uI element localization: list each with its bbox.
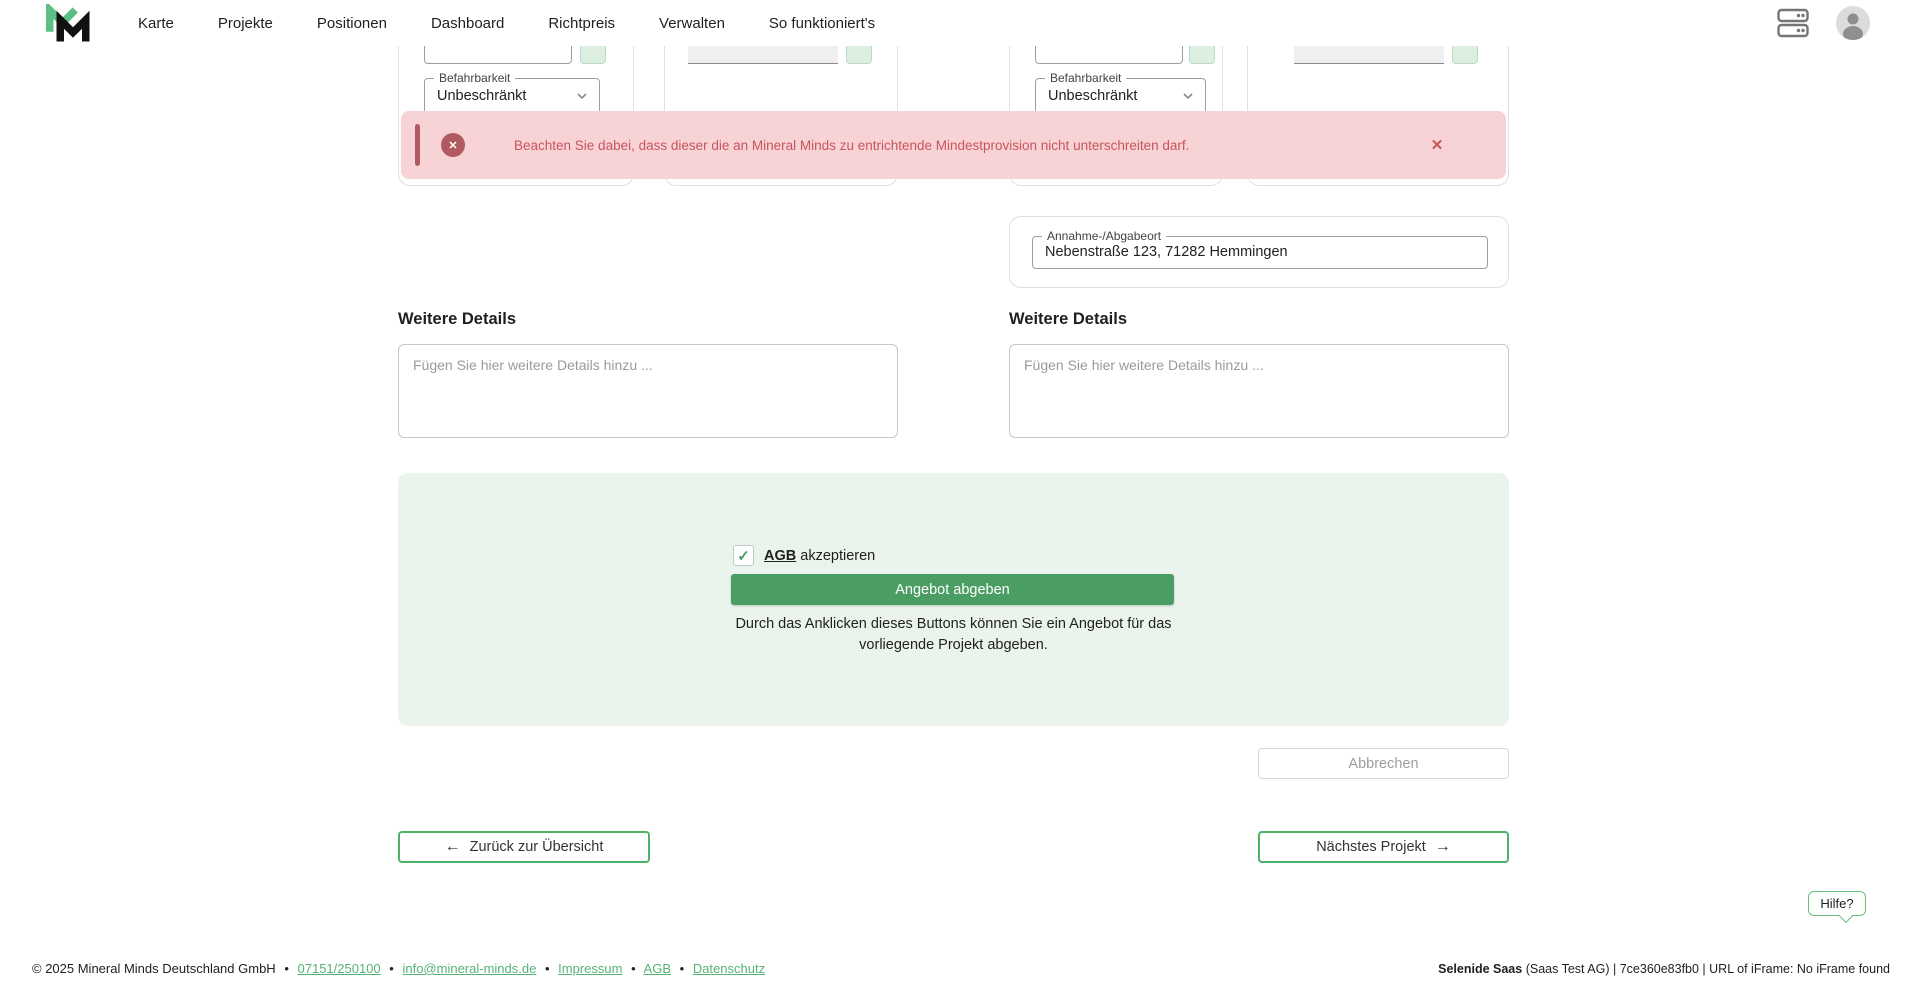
nav-item-positionen[interactable]: Positionen [317, 15, 387, 32]
chevron-down-icon [575, 89, 589, 103]
footer-left: © 2025 Mineral Minds Deutschland GmbH • … [32, 961, 765, 976]
submit-offer-button[interactable]: Angebot abgeben [731, 574, 1174, 605]
check-icon: ✓ [737, 547, 750, 565]
footer-impressum-link[interactable]: Impressum [558, 961, 622, 976]
footer-separator: • [389, 961, 394, 976]
footer-separator: • [284, 961, 289, 976]
top-navigation-bar: Karte Projekte Positionen Dashboard Rich… [0, 0, 1920, 46]
offer-caption-line1: Durch das Anklicken dieses Buttons könne… [398, 614, 1509, 635]
error-circle-icon: ✕ [441, 133, 465, 157]
footer-datenschutz-link[interactable]: Datenschutz [693, 961, 765, 976]
agb-link[interactable]: AGB [764, 548, 796, 564]
befahrbarkeit-select-right[interactable]: Befahrbarkeit Unbeschränkt [1035, 78, 1206, 114]
befahrbarkeit-select-left[interactable]: Befahrbarkeit Unbeschränkt [424, 78, 600, 114]
pickup-location-card: Annahme-/Abgabeort Nebenstraße 123, 7128… [1009, 216, 1509, 288]
alert-message: Beachten Sie dabei, dass dieser die an M… [514, 111, 1189, 179]
details-heading-right: Weitere Details [1009, 310, 1127, 329]
close-icon[interactable]: ✕ [1428, 136, 1446, 154]
nav-item-verwalten[interactable]: Verwalten [659, 15, 725, 32]
offer-caption-line2: vorliegende Projekt abgeben. [398, 635, 1509, 656]
agb-row: ✓ AGB akzeptieren [733, 545, 875, 566]
befahrbarkeit-value: Unbeschränkt [437, 88, 575, 104]
details-heading-left: Weitere Details [398, 310, 516, 329]
footer-phone-link[interactable]: 07151/250100 [298, 961, 381, 976]
footer-app-info: (Saas Test AG) | 7ce360e83fb0 | URL of i… [1526, 962, 1890, 976]
user-avatar-icon[interactable] [1836, 6, 1870, 40]
footer-separator: • [545, 961, 550, 976]
footer-agb-link[interactable]: AGB [644, 961, 671, 976]
footer-copyright: © 2025 Mineral Minds Deutschland GmbH [32, 961, 276, 976]
details-textarea-right[interactable] [1009, 344, 1509, 438]
agb-label-text: akzeptieren [800, 548, 875, 564]
back-button-label: Zurück zur Übersicht [470, 839, 604, 855]
agb-label: AGB akzeptieren [764, 548, 875, 564]
footer-environment-info: Selenide Saas (Saas Test AG) | 7ce360e83… [1438, 962, 1890, 976]
help-bubble[interactable]: Hilfe? [1808, 891, 1866, 916]
error-alert: ✕ Beachten Sie dabei, dass dieser die an… [401, 111, 1506, 179]
nav-links: Karte Projekte Positionen Dashboard Rich… [138, 0, 875, 46]
nav-item-projekte[interactable]: Projekte [218, 15, 273, 32]
nav-item-so-funktionierts[interactable]: So funktioniert's [769, 15, 875, 32]
nav-item-dashboard[interactable]: Dashboard [431, 15, 504, 32]
mineral-minds-logo[interactable] [44, 4, 90, 46]
chevron-down-icon [1181, 89, 1195, 103]
nav-right [1776, 0, 1870, 46]
nav-item-richtpreis[interactable]: Richtpreis [548, 15, 615, 32]
footer-separator: • [631, 961, 636, 976]
pickup-location-label: Annahme-/Abgabeort [1042, 229, 1166, 243]
next-button-label: Nächstes Projekt [1316, 839, 1426, 855]
help-bubble-tail [1839, 909, 1853, 923]
help-label: Hilfe? [1820, 896, 1853, 911]
details-textarea-left[interactable] [398, 344, 898, 438]
nav-item-karte[interactable]: Karte [138, 15, 174, 32]
footer-separator: • [680, 961, 685, 976]
offer-caption: Durch das Anklicken dieses Buttons könne… [398, 614, 1509, 656]
back-to-overview-button[interactable]: ← Zurück zur Übersicht [398, 831, 650, 863]
page: Befahrbarkeit Unbeschränkt Befahrbarkeit… [0, 0, 1920, 994]
footer-app-name: Selenide Saas [1438, 962, 1522, 976]
alert-accent-bar [415, 124, 420, 166]
befahrbarkeit-label: Befahrbarkeit [434, 71, 515, 85]
agb-checkbox[interactable]: ✓ [733, 545, 754, 566]
footer-email-link[interactable]: info@mineral-minds.de [402, 961, 536, 976]
befahrbarkeit-value: Unbeschränkt [1048, 88, 1181, 104]
cancel-button[interactable]: Abbrechen [1258, 748, 1509, 779]
pickup-location-field[interactable]: Annahme-/Abgabeort Nebenstraße 123, 7128… [1032, 236, 1488, 269]
befahrbarkeit-label: Befahrbarkeit [1045, 71, 1126, 85]
arrow-left-icon: ← [445, 838, 461, 856]
offer-panel: ✓ AGB akzeptieren Angebot abgeben Durch … [398, 473, 1509, 726]
server-icon[interactable] [1776, 8, 1810, 38]
arrow-right-icon: → [1435, 838, 1451, 856]
next-project-button[interactable]: Nächstes Projekt → [1258, 831, 1509, 863]
